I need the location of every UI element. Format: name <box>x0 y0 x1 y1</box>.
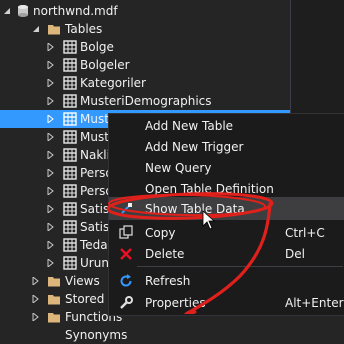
menu-item-properties[interactable]: Properties Alt+Enter <box>109 291 344 314</box>
collapsed-arrow-icon[interactable] <box>47 97 55 105</box>
menu-item-add-new-trigger[interactable]: Add New Trigger <box>109 135 344 158</box>
menu-item-shortcut: Alt+Enter <box>285 296 344 310</box>
tree-item-tables-folder[interactable]: Tables <box>0 20 290 38</box>
table-icon <box>63 166 77 180</box>
tree-item-synonyms-folder[interactable]: Synonyms <box>0 326 290 344</box>
tree-item-table[interactable]: Bolge <box>0 38 290 56</box>
tree-item-label: Bolge <box>80 40 114 54</box>
collapsed-arrow-icon[interactable] <box>32 295 40 303</box>
delete-icon <box>118 246 134 262</box>
menu-item-label: Add New Trigger <box>145 140 244 154</box>
table-icon <box>63 184 77 198</box>
menu-item-label: Show Table Data <box>145 202 245 216</box>
table-icon <box>63 202 77 216</box>
menu-item-label: Open Table Definition <box>145 182 274 196</box>
tree-item-label: MusteriDemographics <box>80 94 212 108</box>
tree-item-label: Tables <box>65 22 103 36</box>
table-icon <box>63 58 77 72</box>
folder-icon <box>47 310 61 324</box>
collapsed-arrow-icon[interactable] <box>47 259 55 267</box>
table-icon <box>63 256 77 270</box>
collapsed-arrow-icon[interactable] <box>32 277 40 285</box>
context-menu: Add New Table Add New Trigger New Query … <box>108 113 344 316</box>
table-icon <box>63 76 77 90</box>
menu-item-label: New Query <box>145 161 212 175</box>
table-icon <box>63 148 77 162</box>
table-icon <box>63 94 77 108</box>
collapsed-arrow-icon[interactable] <box>47 187 55 195</box>
database-icon <box>16 4 30 18</box>
table-icon <box>63 220 77 234</box>
tree-item-label: Views <box>65 274 100 288</box>
table-icon <box>63 238 77 252</box>
collapsed-arrow-icon[interactable] <box>47 151 55 159</box>
menu-item-shortcut: Del <box>285 247 305 261</box>
table-icon <box>63 112 77 126</box>
refresh-icon <box>118 273 134 289</box>
tree-item-label: Synonyms <box>65 328 128 342</box>
table-icon <box>63 130 77 144</box>
copy-icon <box>118 225 134 241</box>
menu-item-show-table-data[interactable]: Show Table Data <box>109 197 344 220</box>
collapsed-arrow-icon[interactable] <box>32 313 40 321</box>
menu-separator <box>137 266 343 267</box>
folder-icon <box>47 292 61 306</box>
collapsed-arrow-icon[interactable] <box>47 61 55 69</box>
menu-item-label: Delete <box>145 247 185 261</box>
folder-icon <box>47 22 61 36</box>
collapsed-arrow-icon[interactable] <box>47 223 55 231</box>
menu-item-refresh[interactable]: Refresh <box>109 269 344 292</box>
tree-item-table[interactable]: Bolgeler <box>0 56 290 74</box>
wrench-icon <box>118 295 134 311</box>
menu-item-label: Add New Table <box>145 119 234 133</box>
collapsed-arrow-icon[interactable] <box>47 169 55 177</box>
tree-item-table[interactable]: MusteriDemographics <box>0 92 290 110</box>
collapsed-arrow-icon[interactable] <box>47 241 55 249</box>
collapsed-arrow-icon[interactable] <box>47 205 55 213</box>
tree-item-label: Bolgeler <box>80 58 130 72</box>
collapsed-arrow-icon[interactable] <box>47 133 55 141</box>
menu-item-new-query[interactable]: New Query <box>109 156 344 179</box>
menu-item-label: Properties <box>145 296 206 310</box>
tree-item-label: northwnd.mdf <box>33 4 118 18</box>
collapsed-arrow-icon[interactable] <box>47 79 55 87</box>
expanded-arrow-icon[interactable] <box>3 7 11 15</box>
expanded-arrow-icon[interactable] <box>32 25 40 33</box>
collapsed-arrow-icon[interactable] <box>47 115 55 123</box>
folder-icon <box>47 274 61 288</box>
menu-item-copy[interactable]: Copy Ctrl+C <box>109 221 344 244</box>
table-data-icon <box>118 201 134 217</box>
collapsed-arrow-icon[interactable] <box>47 43 55 51</box>
menu-item-add-new-table[interactable]: Add New Table <box>109 114 344 137</box>
menu-item-delete[interactable]: Delete Del <box>109 242 344 265</box>
menu-item-shortcut: Ctrl+C <box>285 226 325 240</box>
tree-item-database[interactable]: northwnd.mdf <box>0 2 290 20</box>
menu-item-label: Copy <box>145 226 176 240</box>
tree-item-table[interactable]: Kategoriler <box>0 74 290 92</box>
menu-item-label: Refresh <box>145 274 191 288</box>
table-icon <box>63 40 77 54</box>
tree-item-label: Kategoriler <box>80 76 146 90</box>
